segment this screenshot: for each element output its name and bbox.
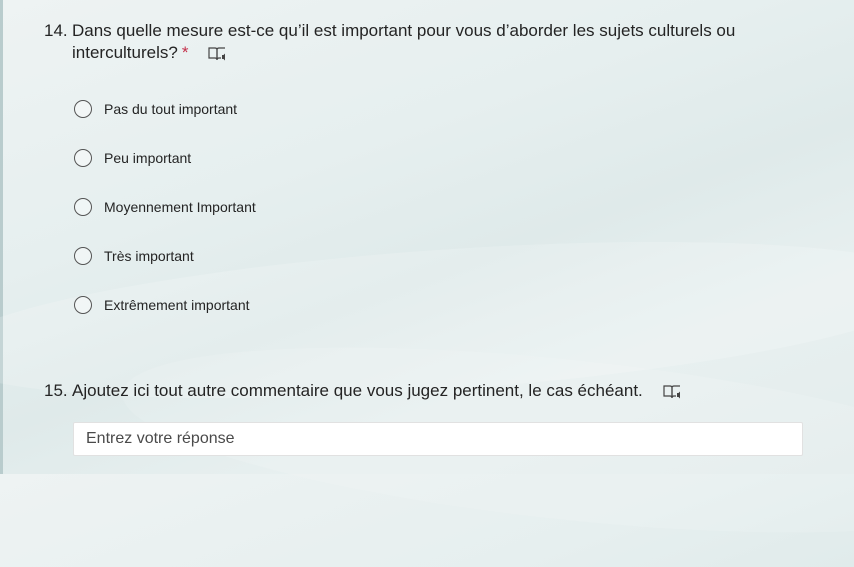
left-edge-bar — [0, 0, 3, 474]
immersive-reader-icon[interactable] — [662, 383, 682, 401]
radio-option[interactable]: Moyennement Important — [74, 182, 256, 231]
radio-group: Pas du tout important Peu important Moye… — [74, 84, 256, 329]
question-number: 14. — [44, 21, 68, 40]
radio-label: Très important — [104, 247, 194, 264]
radio-button[interactable] — [74, 99, 92, 118]
radio-option[interactable]: Peu important — [74, 133, 256, 182]
question-15: 15. Ajoutez ici tout autre commentaire q… — [44, 380, 814, 402]
radio-option[interactable]: Pas du tout important — [74, 84, 256, 133]
radio-option[interactable]: Très important — [74, 231, 256, 280]
question-number: 15. — [44, 381, 68, 400]
radio-label: Extrêmement important — [104, 296, 250, 313]
radio-label: Pas du tout important — [104, 100, 238, 117]
question-text: Ajoutez ici tout autre commentaire que v… — [72, 381, 643, 400]
radio-option[interactable]: Extrêmement important — [74, 280, 256, 329]
radio-button[interactable] — [74, 246, 92, 265]
radio-label: Peu important — [104, 149, 192, 166]
question-text: Dans quelle mesure est-ce qu’il est impo… — [72, 21, 736, 62]
radio-button[interactable] — [74, 295, 92, 314]
question-title: Ajoutez ici tout autre commentaire que v… — [72, 380, 814, 402]
question-14: 14. Dans quelle mesure est-ce qu’il est … — [44, 20, 814, 64]
radio-label: Moyennement Important — [104, 198, 256, 215]
immersive-reader-icon[interactable] — [207, 45, 227, 63]
required-marker: * — [181, 43, 189, 62]
question-title: Dans quelle mesure est-ce qu’il est impo… — [72, 20, 814, 64]
radio-button[interactable] — [74, 197, 92, 216]
radio-button[interactable] — [74, 148, 92, 167]
answer-input[interactable] — [73, 422, 803, 456]
